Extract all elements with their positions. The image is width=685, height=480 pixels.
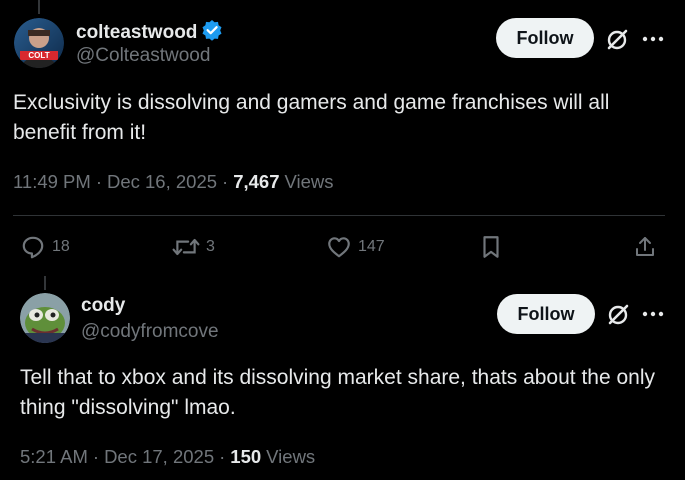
bookmark-icon	[483, 236, 499, 258]
share-button[interactable]	[633, 234, 657, 260]
post-meta: 11:49 PM · Dec 16, 2025 · 7,467 Views	[13, 171, 334, 193]
post-date[interactable]: Dec 17, 2025	[104, 446, 214, 468]
post-meta: 5:21 AM · Dec 17, 2025 · 150 Views	[20, 446, 316, 468]
views-label: Views	[266, 446, 316, 467]
like-button[interactable]: 147	[326, 234, 385, 260]
author-name-row: colteastwood	[76, 19, 223, 46]
repost-icon	[172, 238, 200, 256]
avatar-logo-text: COLT	[28, 51, 50, 60]
handle[interactable]: @Colteastwood	[76, 45, 210, 67]
display-name[interactable]: colteastwood	[76, 22, 197, 44]
verified-badge-icon	[201, 19, 223, 46]
tweet-text: Tell that to xbox and its dissolving mar…	[20, 366, 656, 419]
reply-count: 18	[52, 238, 70, 255]
bookmark-button[interactable]	[479, 234, 503, 260]
grok-icon[interactable]	[604, 27, 630, 53]
grok-icon[interactable]	[605, 302, 631, 328]
reply-post: cody @codyfromcove Follow Tell that to x…	[0, 280, 685, 480]
display-name[interactable]: cody	[81, 295, 125, 317]
repost-button[interactable]: 3	[172, 234, 215, 260]
follow-button[interactable]: Follow	[496, 18, 594, 58]
repost-count: 3	[206, 238, 215, 255]
tweet-text: Exclusivity is dissolving and gamers and…	[13, 91, 610, 144]
views-label: Views	[284, 171, 334, 192]
divider	[13, 215, 665, 216]
share-icon	[636, 237, 654, 256]
like-count: 147	[358, 238, 385, 255]
more-dots-icon[interactable]	[640, 28, 666, 50]
follow-button[interactable]: Follow	[497, 294, 595, 334]
post-time[interactable]: 11:49 PM	[13, 171, 91, 193]
views-count: 7,467	[233, 171, 280, 192]
avatar[interactable]	[20, 293, 70, 343]
views-count: 150	[230, 446, 262, 467]
heart-icon	[328, 237, 350, 258]
main-post: COLT colteastwood @Colteastwood Follow E…	[0, 0, 685, 270]
post-date[interactable]: Dec 16, 2025	[107, 171, 217, 193]
author-name-row: cody	[81, 295, 125, 317]
more-dots-icon[interactable]	[640, 303, 666, 325]
avatar[interactable]: COLT	[14, 18, 64, 68]
post-time[interactable]: 5:21 AM	[20, 446, 88, 468]
handle[interactable]: @codyfromcove	[81, 321, 219, 343]
reply-icon	[22, 236, 44, 259]
reply-button[interactable]: 18	[20, 234, 70, 260]
